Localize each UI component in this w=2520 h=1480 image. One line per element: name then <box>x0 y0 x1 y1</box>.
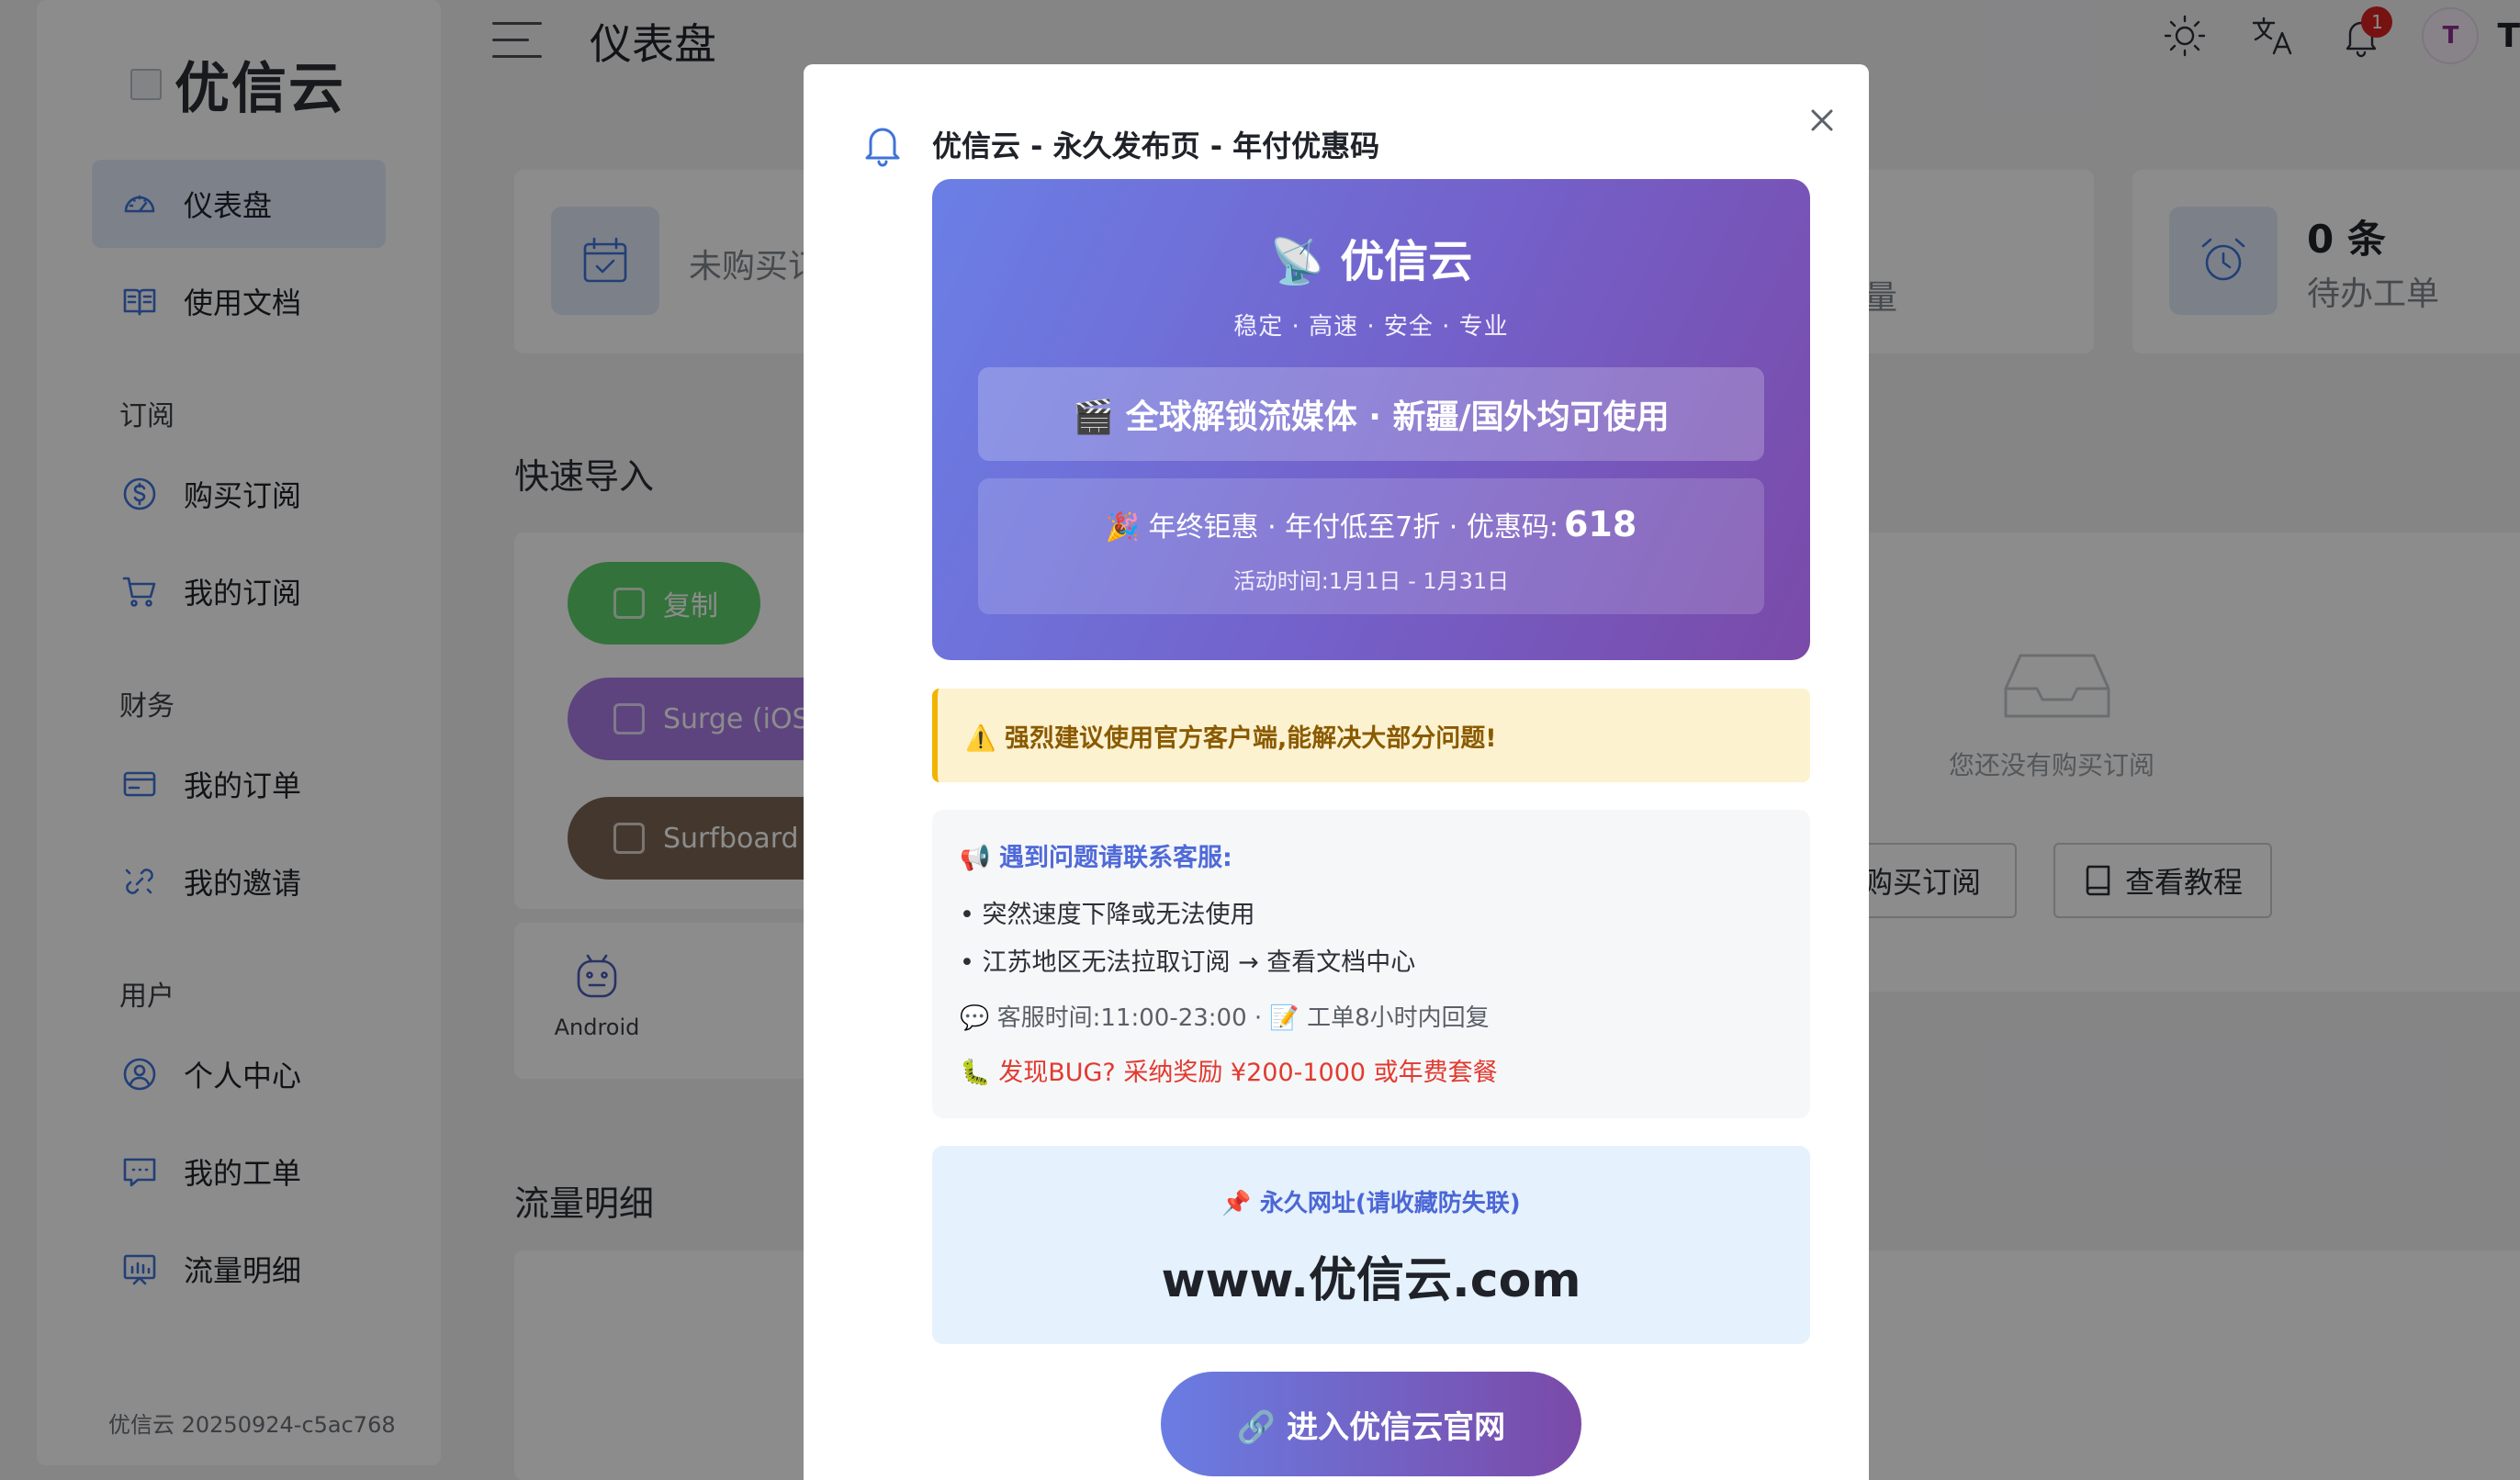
promo-code: 618 <box>1563 504 1637 544</box>
support-line: • 突然速度下降或无法使用 <box>960 901 1255 929</box>
support-heading: 📢 遇到问题请联系客服: <box>960 844 1232 872</box>
promo-banner: 🎉 年终钜惠 · 年付低至7折 · 优惠码: 618 活动时间:1月1日 - 1月… <box>978 478 1764 614</box>
promo-label: 🎉 年终钜惠 · 年付低至7折 · 优惠码: <box>1105 511 1558 544</box>
visit-website-button[interactable]: 🔗 进入优信云官网 <box>1161 1372 1581 1476</box>
promo-time: 活动时间:1月1日 - 1月31日 <box>1232 568 1510 594</box>
hero-subtitle: 稳定 · 高速 · 安全 · 专业 <box>1233 313 1509 341</box>
bell-icon <box>862 121 903 167</box>
bug-reward-text: 🐛 发现BUG? 采纳奖励 ¥200-1000 或年费套餐 <box>960 1059 1498 1087</box>
modal-title: 优信云 - 永久发布页 - 年付优惠码 <box>932 129 1380 163</box>
streaming-banner: 🎬 全球解锁流媒体 · 新疆/国外均可使用 <box>978 367 1764 461</box>
promo-text: 🎉 年终钜惠 · 年付低至7折 · 优惠码: 618 <box>978 504 1764 544</box>
hero-title: 📡 优信云 <box>1269 236 1473 287</box>
promo-hero: 📡 优信云 稳定 · 高速 · 安全 · 专业 🎬 全球解锁流媒体 · 新疆/国… <box>932 179 1810 660</box>
url-value[interactable]: www.优信云.com <box>932 1241 1810 1310</box>
support-info: 📢 遇到问题请联系客服: • 突然速度下降或无法使用 • 江苏地区无法拉取订阅 … <box>932 810 1810 1118</box>
permanent-url-box: 📌 永久网址(请收藏防失联) www.优信云.com <box>932 1146 1810 1344</box>
support-hours: 💬 客服时间:11:00-23:00 · 📝 工单8小时内回复 <box>960 1004 1490 1032</box>
close-icon[interactable] <box>1801 99 1843 141</box>
support-line: • 江苏地区无法拉取订阅 → 查看文档中心 <box>960 948 1416 977</box>
warning-banner: ⚠️ 强烈建议使用官方客户端,能解决大部分问题! <box>932 689 1810 782</box>
url-label: 📌 永久网址(请收藏防失联) <box>1221 1190 1521 1217</box>
announcement-modal: 优信云 - 永久发布页 - 年付优惠码 📡 优信云 稳定 · 高速 · 安全 ·… <box>804 64 1869 1480</box>
